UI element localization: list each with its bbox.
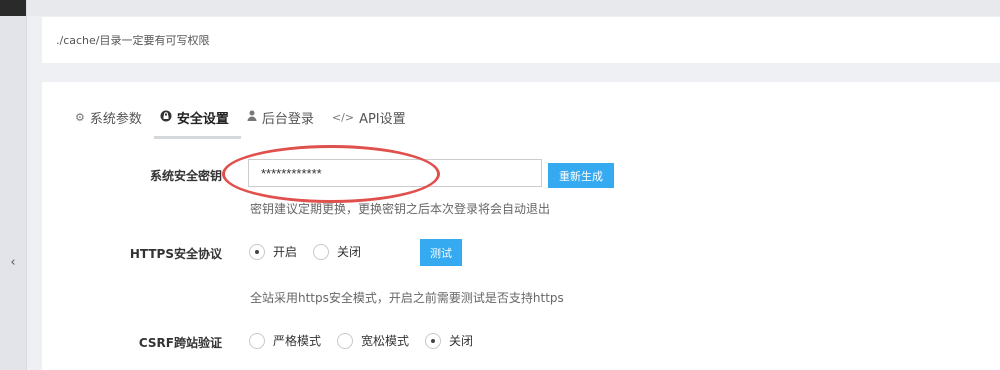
radio-circle	[313, 243, 330, 260]
radio-circle	[249, 243, 265, 260]
security-key-label: 系统安全密钥	[149, 169, 222, 183]
https-off-radio[interactable]: 关闭	[313, 243, 361, 260]
code-icon: </>	[331, 110, 355, 124]
collapse-sidebar-icon[interactable]: ‹	[0, 255, 26, 270]
https-hint: 全站采用https安全模式，开启之前需要测试是否支持https	[250, 291, 564, 305]
tab-label: 安全设置	[176, 111, 229, 127]
radio-circle	[425, 332, 442, 349]
security-key-input[interactable]	[248, 159, 542, 187]
radio-label: 宽松模式	[361, 334, 410, 348]
https-on-radio[interactable]: 开启	[249, 243, 297, 260]
https-test-button[interactable]: 测试	[420, 239, 462, 266]
path-notice-panel: ./cache/目录一定要有可写权限	[42, 17, 1000, 63]
path-note: 目录一定要有可写权限	[99, 34, 210, 47]
tab-api-settings[interactable]: </> API设置	[326, 98, 418, 136]
radio-label: 关闭	[449, 334, 474, 348]
gear-icon: ⚙	[75, 110, 85, 124]
csrf-off-radio[interactable]: 关闭	[425, 332, 473, 349]
https-radio-group: 开启 关闭	[249, 243, 377, 260]
tab-label: API设置	[359, 111, 406, 127]
csrf-strict-radio[interactable]: 严格模式	[249, 332, 321, 349]
sidebar-top-block	[0, 0, 26, 16]
security-key-hint: 密钥建议定期更换，更换密钥之后本次登录将会自动退出	[250, 202, 551, 216]
path-notice: ./cache/目录一定要有可写权限	[56, 32, 209, 48]
lock-icon	[160, 110, 172, 125]
tab-security-settings[interactable]: 安全设置	[153, 98, 241, 139]
radio-label: 关闭	[337, 245, 362, 259]
radio-circle	[249, 332, 265, 349]
csrf-label: CSRF跨站验证	[138, 336, 222, 350]
regenerate-key-button[interactable]: 重新生成	[548, 163, 614, 188]
top-strip	[27, 0, 1000, 16]
csrf-radio-group: 严格模式 宽松模式 关闭	[249, 332, 489, 349]
tab-label: 后台登录	[261, 111, 314, 127]
tab-system-params[interactable]: ⚙ 系统参数	[69, 98, 154, 136]
tab-admin-login[interactable]: 后台登录	[241, 98, 326, 136]
user-icon	[247, 110, 257, 124]
radio-circle	[337, 332, 354, 349]
tab-label: 系统参数	[89, 111, 142, 127]
https-label: HTTPS安全协议	[129, 247, 222, 261]
settings-tabs: ⚙ 系统参数 安全设置 后台登录 </> API设置	[69, 98, 418, 139]
cache-path: ./cache/	[56, 34, 100, 47]
settings-panel: ⚙ 系统参数 安全设置 后台登录 </> API设置 系统安全密钥 重新生成 密…	[42, 82, 1000, 370]
csrf-loose-radio[interactable]: 宽松模式	[337, 332, 409, 349]
radio-label: 开启	[273, 245, 298, 259]
radio-label: 严格模式	[273, 334, 322, 348]
left-sidebar-rail: ‹	[0, 0, 27, 370]
